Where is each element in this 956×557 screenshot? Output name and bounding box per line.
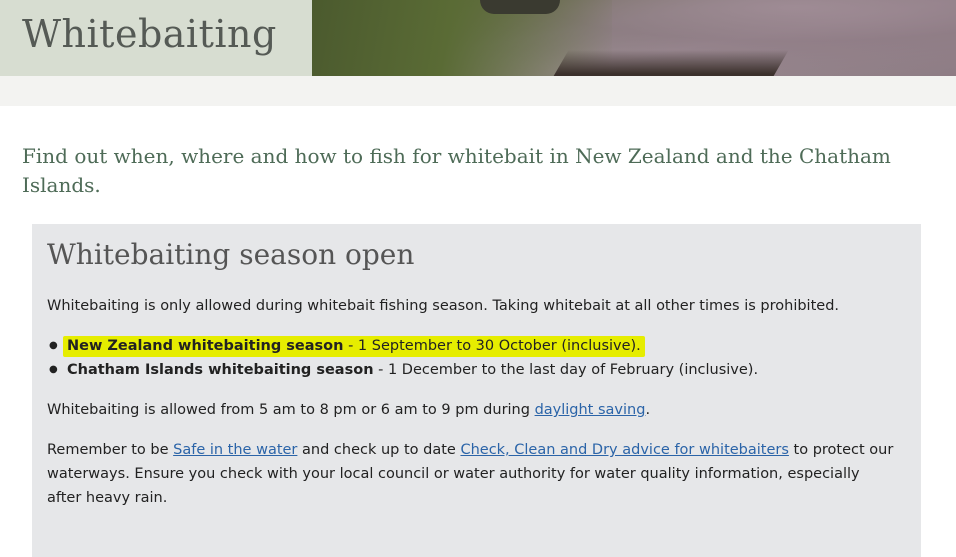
- header-divider-band: [0, 76, 956, 106]
- safety-text: Remember to be Safe in the water and che…: [47, 438, 897, 510]
- intro-text: Find out when, where and how to fish for…: [22, 144, 891, 197]
- safety-text-middle: and check up to date: [297, 442, 461, 458]
- season-dates: - 1 December to the last day of February…: [373, 362, 759, 378]
- check-clean-dry-link[interactable]: Check, Clean and Dry advice for whitebai…: [460, 442, 788, 458]
- season-dates: - 1 September to 30 October (inclusive).: [343, 338, 641, 354]
- hours-text-end: .: [645, 402, 651, 418]
- page-title: Whitebaiting: [22, 12, 277, 56]
- season-name: New Zealand whitebaiting season: [67, 338, 344, 354]
- safe-in-water-link[interactable]: Safe in the water: [173, 442, 297, 458]
- season-info-panel: Whitebaiting season open Whitebaiting is…: [32, 224, 921, 557]
- hero-banner: Whitebaiting: [0, 0, 956, 76]
- hero-image-shore: [551, 50, 789, 76]
- season-list: New Zealand whitebaiting season - 1 Sept…: [47, 334, 907, 382]
- daylight-saving-link[interactable]: daylight saving: [535, 402, 646, 418]
- season-rule-text: Whitebaiting is only allowed during whit…: [47, 298, 840, 314]
- season-name: Chatham Islands whitebaiting season: [67, 362, 374, 378]
- list-item: Chatham Islands whitebaiting season - 1 …: [47, 358, 907, 382]
- list-item: New Zealand whitebaiting season - 1 Sept…: [47, 334, 907, 358]
- safety-text-start: Remember to be: [47, 442, 174, 458]
- hours-text-start: Whitebaiting is allowed from 5 am to 8 p…: [47, 402, 535, 418]
- title-tab: Whitebaiting: [0, 0, 312, 76]
- highlighted-season: New Zealand whitebaiting season - 1 Sept…: [63, 336, 645, 357]
- hero-image-rock: [480, 0, 560, 14]
- hours-text: Whitebaiting is allowed from 5 am to 8 p…: [47, 398, 897, 422]
- panel-heading: Whitebaiting season open: [47, 238, 415, 271]
